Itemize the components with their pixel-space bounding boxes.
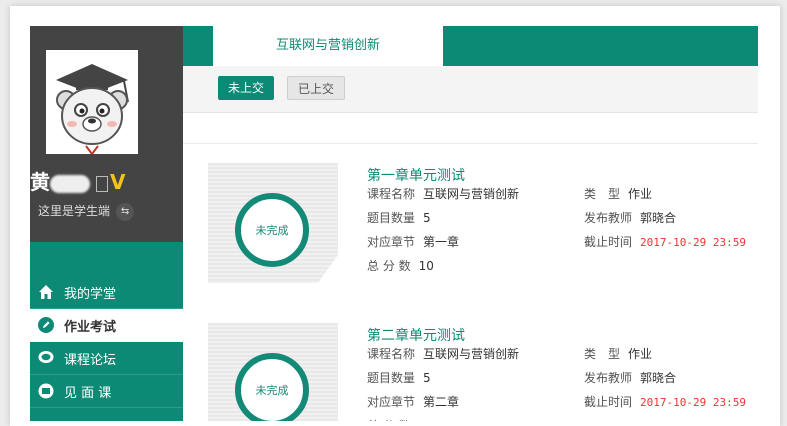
- meeting-icon: [38, 383, 54, 399]
- teacher-value: 郭晓合: [640, 211, 677, 225]
- chapter-label: 对应章节: [367, 235, 416, 249]
- score-row: 总 分 数 10: [367, 257, 434, 274]
- deadline-label: 截止时间: [584, 395, 633, 409]
- deadline-row: 截止时间 2017-10-29 23:59: [584, 393, 746, 410]
- deadline-value: 2017-10-29 23:59: [640, 396, 746, 409]
- assignment-thumbnail: 未完成: [208, 163, 338, 283]
- page-fold: [318, 255, 338, 283]
- role-text: 这里是学生端 ⇆: [38, 202, 135, 221]
- sidebar-item-homework[interactable]: 作业考试: [30, 309, 183, 342]
- switch-icon[interactable]: ⇆: [116, 202, 135, 221]
- sidebar-item-meeting[interactable]: 见 面 课: [30, 375, 183, 408]
- teacher-label: 发布教师: [584, 371, 633, 385]
- type-label: 类 型: [584, 347, 621, 361]
- status-badge: 未完成: [235, 193, 309, 267]
- chapter-value: 第一章: [423, 235, 460, 249]
- profile-panel: 黄V 这里是学生端 ⇆: [30, 26, 183, 242]
- username-text: 黄: [30, 170, 50, 194]
- chapter-row: 对应章节 第一章: [367, 233, 459, 250]
- deadline-row: 截止时间 2017-10-29 23:59: [584, 233, 746, 250]
- divider: [183, 143, 758, 144]
- sidebar-nav: 我的学堂 作业考试 课程论坛 见 面 课: [30, 276, 183, 408]
- assignment-thumbnail: 未完成: [208, 323, 338, 421]
- type-row: 类 型作业: [584, 185, 652, 202]
- submitted-button[interactable]: 已上交: [287, 76, 346, 100]
- count-row: 题目数量 5: [367, 209, 431, 226]
- home-icon: [38, 284, 54, 300]
- assignment-card: 未完成 第一章单元测试 课程名称 互联网与营销创新 题目数量 5 对应章节 第一章 总…: [208, 163, 758, 293]
- name-blur: [50, 174, 90, 193]
- assignment-title[interactable]: 第一章单元测试: [367, 165, 465, 185]
- assignment-title[interactable]: 第二章单元测试: [367, 325, 465, 345]
- count-label: 题目数量: [367, 211, 416, 225]
- status-badge: 未完成: [235, 353, 309, 421]
- teacher-label: 发布教师: [584, 211, 633, 225]
- sidebar-item-label: 作业考试: [64, 319, 117, 335]
- score-label: 总 分 数: [367, 259, 411, 273]
- chat-icon: [38, 350, 54, 366]
- course-label: 课程名称: [367, 347, 416, 361]
- course-value: 互联网与营销创新: [423, 187, 520, 201]
- sidebar-item-label: 我的学堂: [64, 286, 117, 302]
- vip-badge: V: [110, 170, 126, 194]
- course-row: 课程名称 互联网与营销创新: [367, 345, 519, 362]
- name-placeholder-box: [96, 175, 108, 192]
- tab-course[interactable]: 互联网与营销创新: [213, 26, 443, 66]
- score-row: 总 分 数: [367, 417, 419, 421]
- count-label: 题目数量: [367, 371, 416, 385]
- username: 黄V: [30, 166, 125, 195]
- not-submitted-button[interactable]: 未上交: [218, 76, 275, 100]
- deadline-label: 截止时间: [584, 235, 633, 249]
- chapter-row: 对应章节 第二章: [367, 393, 459, 410]
- course-value: 互联网与营销创新: [423, 347, 520, 361]
- sidebar-item-my-class[interactable]: 我的学堂: [30, 276, 183, 309]
- teacher-value: 郭晓合: [640, 371, 677, 385]
- score-value: 10: [418, 259, 434, 273]
- course-row: 课程名称 互联网与营销创新: [367, 185, 519, 202]
- role-label: 这里是学生端: [38, 204, 111, 218]
- type-value: 作业: [628, 347, 653, 361]
- type-label: 类 型: [584, 187, 621, 201]
- teacher-row: 发布教师 郭晓合: [584, 369, 676, 386]
- type-row: 类 型作业: [584, 345, 652, 362]
- avatar[interactable]: [46, 50, 138, 154]
- sidebar-item-forum[interactable]: 课程论坛: [30, 342, 183, 375]
- type-value: 作业: [628, 187, 653, 201]
- edit-icon: [38, 317, 54, 333]
- assignment-card: 未完成 第二章单元测试 课程名称互联网与营销创新 题目数量 5 对应章节第二章 总…: [208, 323, 758, 421]
- deadline-value: 2017-10-29 23:59: [640, 236, 746, 249]
- count-value: 5: [423, 371, 431, 385]
- teacher-row: 发布教师 郭晓合: [584, 209, 676, 226]
- chapter-label: 对应章节: [367, 395, 416, 409]
- sidebar: 黄V 这里是学生端 ⇆ 我的学堂 作业考试 课程论坛 见 面 课: [30, 26, 183, 421]
- sidebar-item-label: 课程论坛: [64, 352, 117, 368]
- sidebar-item-label: 见 面 课: [64, 385, 112, 401]
- count-row: 题目数量 5: [367, 369, 431, 386]
- course-label: 课程名称: [367, 187, 416, 201]
- chapter-value: 第二章: [423, 395, 460, 409]
- count-value: 5: [423, 211, 431, 225]
